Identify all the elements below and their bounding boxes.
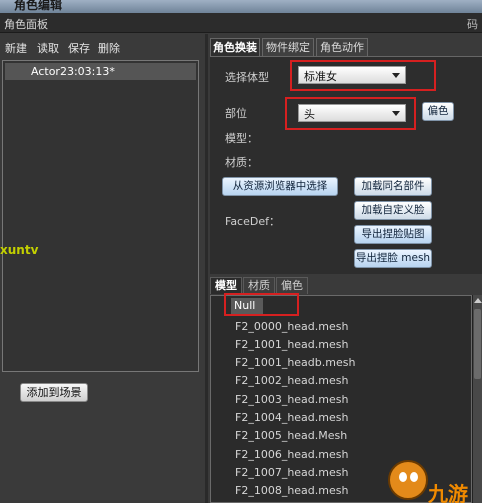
mesh-list-item[interactable]: F2_0000_head.mesh (235, 320, 348, 333)
tab-object-binding[interactable]: 物件绑定 (262, 38, 314, 57)
facedef-label: FaceDef： (225, 215, 280, 228)
mesh-list-item[interactable]: F2_1007_head.mesh (235, 466, 348, 479)
mesh-list-item[interactable]: F2_1004_head.mesh (235, 411, 348, 424)
tab-color-offset[interactable]: 偏色 (276, 277, 308, 294)
actor-list[interactable]: Actor23:03:13* (2, 60, 199, 372)
mesh-list-item[interactable]: F2_1001_headb.mesh (235, 356, 355, 369)
scroll-up-icon[interactable] (474, 298, 482, 303)
load-custom-face-button[interactable]: 加载自定义脸 (354, 201, 432, 220)
mesh-list-item[interactable]: F2_1001_head.mesh (235, 338, 348, 351)
add-to-scene-button[interactable]: 添加到场景 (20, 383, 88, 402)
window-titlebar: 角色编辑 (0, 0, 482, 13)
window-title: 角色编辑 (14, 0, 63, 12)
actor-name: Actor23:03:13* (31, 65, 115, 78)
mesh-list-item[interactable]: F2_1006_head.mesh (235, 448, 348, 461)
mesh-list-item[interactable]: F2_1002_head.mesh (235, 374, 348, 387)
menu-delete[interactable]: 删除 (98, 40, 120, 56)
watermark-text: xuntv (0, 243, 39, 257)
mascot-logo-icon (388, 460, 428, 500)
highlight-box (290, 60, 436, 91)
mesh-list-scrollbar[interactable] (472, 295, 482, 503)
panel-title: 角色面板 (4, 18, 48, 31)
panel-splitter[interactable] (205, 34, 208, 503)
tab-material[interactable]: 材质 (243, 277, 275, 294)
load-same-name-button[interactable]: 加载同名部件 (354, 177, 432, 196)
tab-actions[interactable]: 角色动作 (316, 38, 368, 57)
brand-watermark: 九游 (428, 482, 468, 503)
select-from-browser-button[interactable]: 从资源浏览器中选择 (222, 177, 338, 196)
menu-load[interactable]: 读取 (37, 40, 59, 56)
highlight-box (285, 97, 416, 130)
panel-header: 角色面板 码 (0, 13, 482, 33)
panel-header-right: 码 (467, 18, 478, 31)
actor-list-item[interactable]: Actor23:03:13* (5, 63, 196, 80)
menu-save[interactable]: 保存 (68, 40, 90, 56)
tab-outfit[interactable]: 角色换装 (210, 38, 260, 57)
material-label: 材质： (225, 156, 258, 169)
highlight-box (224, 293, 299, 316)
model-label: 模型： (225, 132, 258, 145)
mesh-list-item[interactable]: F2_1005_head.Mesh (235, 429, 347, 442)
scroll-thumb[interactable] (474, 309, 481, 379)
mesh-list[interactable]: Null F2_0000_head.mesh F2_1001_head.mesh… (210, 295, 472, 503)
color-offset-button[interactable]: 偏色 (422, 102, 454, 121)
tab-model[interactable]: 模型 (210, 277, 242, 294)
menu-new[interactable]: 新建 (5, 40, 27, 56)
mesh-list-item[interactable]: F2_1003_head.mesh (235, 393, 348, 406)
export-face-map-button[interactable]: 导出捏脸贴图 (354, 225, 432, 244)
export-face-mesh-button[interactable]: 导出捏脸 mesh (354, 249, 432, 268)
part-label: 部位 (225, 107, 247, 120)
mesh-list-item[interactable]: F2_1008_head.mesh (235, 484, 348, 497)
body-type-label: 选择体型 (225, 71, 269, 84)
